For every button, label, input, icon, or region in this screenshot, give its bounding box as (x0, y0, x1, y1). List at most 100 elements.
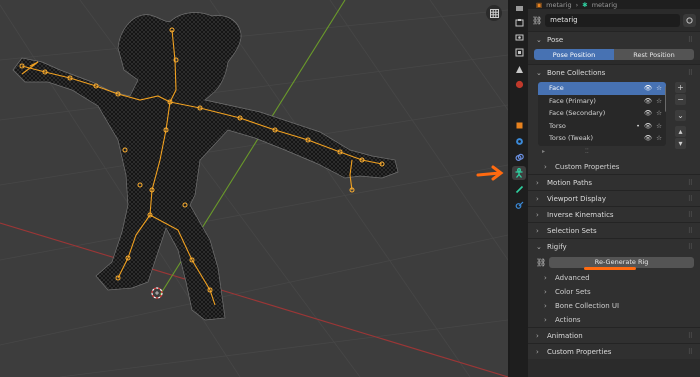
specials-menu-chevron-icon[interactable]: ⌄ (675, 110, 686, 121)
regenerate-rig-label: Re-Generate Rig (594, 258, 649, 266)
character-mesh (12, 12, 399, 321)
tab-world[interactable] (512, 77, 526, 91)
rigify-panel-header[interactable]: ⌄ Rigify ⠿ (528, 239, 700, 254)
chevron-right-icon: › (536, 347, 539, 356)
list-item[interactable]: Torso • 👁 ☆ (538, 120, 666, 133)
bone-collections-custom-properties[interactable]: › Custom Properties (528, 160, 700, 174)
drag-grip-icon[interactable]: ⠿ (688, 227, 694, 235)
rigify-advanced-subpanel[interactable]: › Advanced (528, 271, 700, 285)
object-icon (516, 122, 522, 128)
move-down-icon[interactable]: ▾ (675, 138, 686, 149)
move-up-icon[interactable]: ▴ (675, 126, 686, 137)
regenerate-rig-button[interactable]: Re-Generate Rig (549, 256, 694, 268)
drag-grip-icon[interactable]: ⠿ (688, 243, 694, 251)
properties-editor: ▣ metarig › ✱ metarig ⛓ metarig ⌄ Pose ⠿… (528, 0, 700, 377)
panel-title: Viewport Display (547, 194, 606, 203)
bone-collections-list[interactable]: Face 👁 ☆ Face (Primary) 👁 ☆ Face (Secondar… (538, 82, 666, 146)
chevron-right-icon: › (536, 178, 539, 187)
star-icon[interactable]: ☆ (656, 109, 662, 117)
tab-armature-data[interactable] (512, 166, 526, 180)
tab-bone-constraints[interactable] (512, 198, 526, 212)
subpanel-label: Color Sets (555, 288, 591, 296)
bone-collections-panel: ⌄ Bone Collections ⠿ Face 👁 ☆ Face (Prima… (528, 64, 700, 174)
tab-view-layer[interactable] (512, 45, 526, 59)
scene-icon (515, 65, 523, 73)
resize-handle-icon[interactable]: ⁚⁚ (585, 148, 589, 155)
pin-icon[interactable] (683, 13, 696, 27)
toggle-view-grid-icon[interactable] (486, 5, 502, 21)
bone-collections-header[interactable]: ⌄ Bone Collections ⠿ (528, 65, 700, 80)
filter-expand-icon[interactable]: ▸ (542, 148, 545, 155)
armature-small-icon: ✱ (582, 0, 588, 9)
selection-sets-panel[interactable]: › Selection Sets ⠿ (528, 222, 700, 238)
drag-grip-icon[interactable]: ⠿ (688, 69, 694, 77)
custom-properties-panel[interactable]: › Custom Properties ⠿ (528, 343, 700, 359)
viewport-display-panel[interactable]: › Viewport Display ⠿ (528, 190, 700, 206)
star-icon[interactable]: ☆ (656, 122, 662, 130)
rest-position-button[interactable]: Rest Position (614, 49, 694, 60)
eye-icon[interactable]: 👁 (644, 97, 652, 105)
drag-grip-icon[interactable]: ⠿ (688, 195, 694, 203)
bone-constraint-icon (515, 201, 523, 209)
chevron-right-icon: › (536, 331, 539, 340)
star-icon[interactable]: ☆ (656, 97, 662, 105)
chevron-right-icon: › (544, 288, 547, 296)
drag-grip-icon[interactable]: ⠿ (688, 332, 694, 340)
x-axis-line (0, 222, 508, 377)
subpanel-label: Actions (555, 316, 581, 324)
tab-tool[interactable] (512, 1, 526, 15)
tab-object[interactable] (512, 118, 526, 132)
rigify-bone-collection-ui-subpanel[interactable]: › Bone Collection UI (528, 299, 700, 313)
armature-icon (515, 168, 523, 178)
tab-render[interactable] (512, 15, 526, 29)
tab-modifiers[interactable] (512, 134, 526, 148)
add-collection-button[interactable]: + (675, 82, 686, 93)
drag-grip-icon[interactable]: ⠿ (688, 211, 694, 219)
tab-bone[interactable] (512, 182, 526, 196)
star-icon[interactable]: ☆ (656, 84, 662, 92)
3d-viewport[interactable] (0, 0, 508, 377)
eye-icon[interactable]: 👁 (644, 84, 652, 92)
armature-name: metarig (550, 16, 578, 24)
eye-icon[interactable]: 👁 (644, 122, 652, 130)
rigify-actions-subpanel[interactable]: › Actions (528, 313, 700, 327)
remove-collection-button[interactable]: − (675, 94, 686, 105)
eye-icon[interactable]: 👁 (644, 109, 652, 117)
drag-grip-icon[interactable]: ⠿ (688, 179, 694, 187)
collection-label: Torso (Tweak) (549, 134, 593, 143)
pose-panel-header[interactable]: ⌄ Pose ⠿ (528, 32, 700, 47)
star-icon[interactable]: ☆ (656, 134, 662, 142)
eye-icon[interactable]: 👁 (644, 134, 652, 142)
armature-data-icon[interactable]: ⛓ (532, 16, 542, 25)
chevron-down-icon: ⌄ (536, 242, 542, 251)
chevron-right-icon: › (544, 302, 547, 310)
inverse-kinematics-panel[interactable]: › Inverse Kinematics ⠿ (528, 206, 700, 222)
armature-name-field[interactable]: metarig (545, 13, 680, 27)
list-scrollbar[interactable] (665, 86, 666, 112)
list-item[interactable]: Torso (Tweak) 👁 ☆ (538, 132, 666, 145)
breadcrumb: ▣ metarig › ✱ metarig (528, 0, 700, 9)
tab-constraints[interactable] (512, 150, 526, 164)
rigify-panel: ⌄ Rigify ⠿ ⛓ Re-Generate Rig › Advanced ›… (528, 238, 700, 327)
animation-panel[interactable]: › Animation ⠿ (528, 327, 700, 343)
list-item[interactable]: Face (Secondary) 👁 ☆ (538, 107, 666, 120)
armature-datablock-row: ⛓ metarig (528, 9, 700, 31)
pose-position-button[interactable]: Pose Position (534, 49, 614, 60)
motion-paths-panel[interactable]: › Motion Paths ⠿ (528, 174, 700, 190)
pose-position-toggle: Pose Position Rest Position (534, 49, 694, 60)
collection-label: Face (549, 84, 564, 93)
rigify-color-sets-subpanel[interactable]: › Color Sets (528, 285, 700, 299)
tool-icon (515, 5, 523, 11)
list-item[interactable]: Face 👁 ☆ (538, 82, 666, 95)
chevron-right-icon: › (544, 274, 547, 282)
chevron-right-icon: › (544, 163, 547, 171)
drag-grip-icon[interactable]: ⠿ (688, 36, 694, 44)
tab-output[interactable] (512, 30, 526, 44)
tab-scene[interactable] (512, 62, 526, 76)
annotation-underline (584, 267, 636, 270)
list-item[interactable]: Face (Primary) 👁 ☆ (538, 95, 666, 108)
panel-title: Selection Sets (547, 226, 597, 235)
drag-grip-icon[interactable]: ⠿ (688, 348, 694, 356)
regenerate-row: ⛓ Re-Generate Rig (528, 254, 700, 270)
panel-title: Custom Properties (547, 347, 612, 356)
